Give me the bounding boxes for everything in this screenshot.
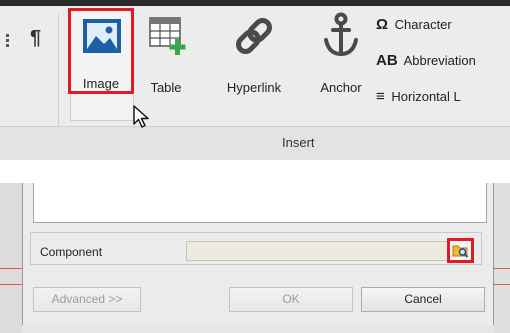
advanced-button[interactable]: Advanced >> bbox=[33, 287, 141, 312]
hyperlink-chain-icon bbox=[236, 18, 272, 54]
dialog-text-area[interactable] bbox=[33, 183, 487, 223]
ok-button[interactable]: OK bbox=[229, 287, 353, 312]
cancel-button[interactable]: Cancel bbox=[361, 287, 485, 312]
insert-character-button[interactable]: Ω Character bbox=[376, 16, 452, 33]
folder-search-icon bbox=[452, 245, 469, 258]
insert-horizontal-line-button[interactable]: ≡ Horizontal L bbox=[376, 88, 461, 105]
abbreviation-label: Abbreviation bbox=[403, 53, 476, 68]
browse-component-button[interactable] bbox=[447, 238, 474, 263]
dialog-right-edge bbox=[494, 183, 510, 333]
omega-icon: Ω bbox=[376, 16, 389, 33]
image-label: Image bbox=[82, 76, 120, 91]
anchor-label: Anchor bbox=[320, 80, 362, 95]
pilcrow-button[interactable]: ¶ bbox=[30, 27, 41, 50]
background-underline bbox=[494, 284, 510, 285]
background-underline bbox=[494, 268, 510, 269]
abbreviation-icon: AB bbox=[376, 52, 398, 69]
component-input[interactable] bbox=[186, 241, 448, 261]
mouse-cursor-icon bbox=[133, 105, 149, 128]
character-label: Character bbox=[394, 17, 452, 32]
horizontal-line-icon: ≡ bbox=[376, 88, 385, 105]
table-label: Table bbox=[150, 80, 182, 95]
anchor-icon bbox=[324, 12, 358, 57]
ribbon-group-footer bbox=[0, 127, 510, 160]
ribbon-grip bbox=[6, 34, 9, 48]
insert-image-button[interactable]: Image bbox=[68, 8, 134, 94]
background-underline bbox=[0, 268, 22, 269]
insert-group-label: Insert bbox=[282, 135, 315, 150]
ribbon: ¶ Image Table Hyperlink Anchor Ω Charact… bbox=[0, 0, 510, 160]
image-icon bbox=[83, 19, 121, 53]
background-underline bbox=[0, 284, 22, 285]
hyperlink-label: Hyperlink bbox=[226, 80, 282, 95]
image-dropdown-area[interactable] bbox=[70, 94, 134, 121]
table-icon bbox=[149, 17, 186, 55]
insert-abbreviation-button[interactable]: AB Abbreviation bbox=[376, 52, 476, 69]
component-label: Component bbox=[40, 245, 103, 259]
ribbon-top-border bbox=[0, 0, 510, 6]
horizontal-line-label: Horizontal L bbox=[391, 89, 461, 104]
dialog-left-edge bbox=[0, 183, 22, 333]
insert-anchor-button[interactable]: Anchor bbox=[310, 10, 372, 120]
insert-hyperlink-button[interactable]: Hyperlink bbox=[216, 10, 292, 120]
